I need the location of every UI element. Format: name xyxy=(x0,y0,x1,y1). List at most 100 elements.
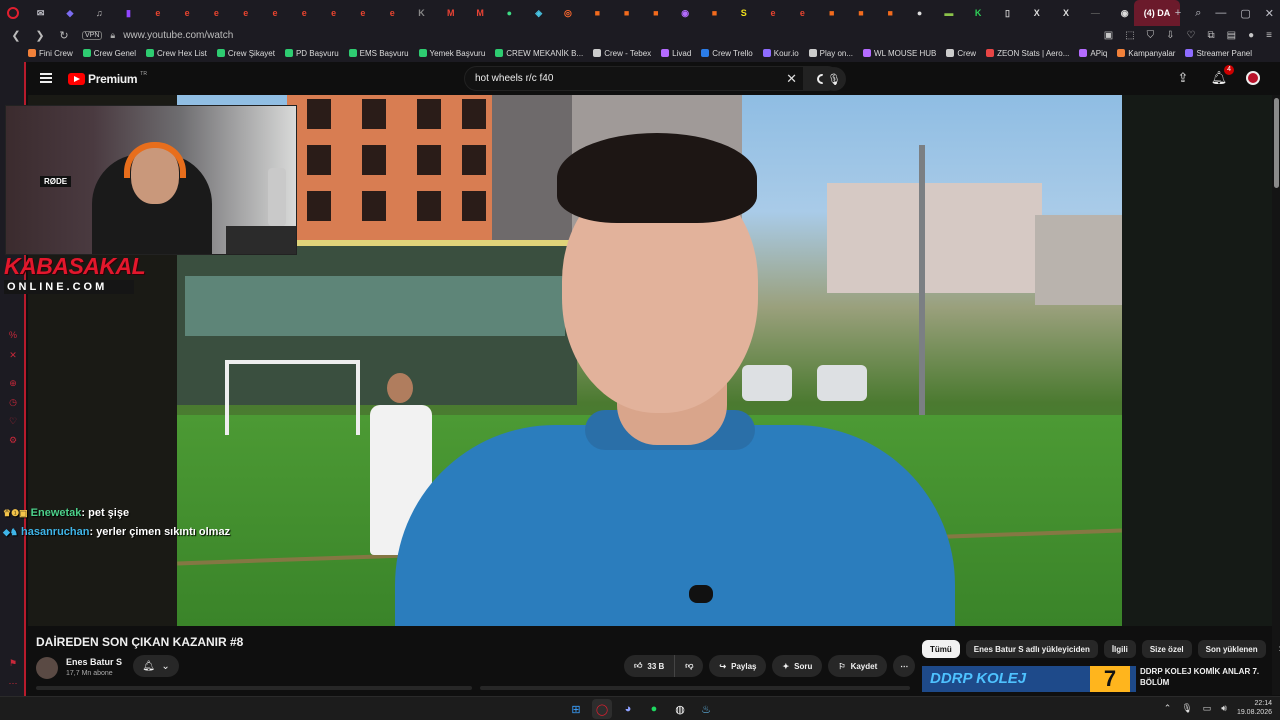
channel-avatar[interactable] xyxy=(36,657,58,679)
more-actions-button[interactable]: ⋯ xyxy=(893,655,916,677)
browser-tab[interactable]: ◉ xyxy=(671,0,700,26)
browser-tab[interactable]: e xyxy=(143,0,172,26)
channel-name[interactable]: Enes Batur S xyxy=(66,657,122,667)
clock[interactable]: 22:14 19.08.2026 xyxy=(1237,699,1272,717)
tray-chevron-icon[interactable]: ⌃ xyxy=(1164,703,1172,714)
spotify-icon[interactable]: ● xyxy=(644,699,664,719)
browser-tab[interactable]: ■ xyxy=(817,0,846,26)
browser-tab[interactable]: ◈ xyxy=(524,0,553,26)
bookmark-item[interactable]: Crew - Tebex xyxy=(593,49,651,58)
forward-icon[interactable]: ❯ xyxy=(32,29,48,42)
sidebar-percent-icon[interactable]: % xyxy=(8,330,18,340)
bookmark-item[interactable]: Crew Şikayet xyxy=(216,49,275,58)
browser-tab[interactable]: ● xyxy=(495,0,524,26)
voice-search-button[interactable]: 🎙︎ xyxy=(822,67,846,91)
filter-chip[interactable]: Enes Batur S adlı yükleyiciden xyxy=(965,640,1098,658)
bookmark-item[interactable]: WL MOUSE HUB xyxy=(863,49,936,58)
browser-tab[interactable]: ■ xyxy=(612,0,641,26)
browser-tab[interactable]: ● xyxy=(905,0,934,26)
extensions-icon[interactable]: ⧉ xyxy=(1208,30,1215,41)
browser-tab[interactable]: e xyxy=(290,0,319,26)
back-icon[interactable]: ❮ xyxy=(8,29,24,42)
download-icon[interactable]: ⇩ xyxy=(1166,30,1174,41)
volume-icon[interactable]: 🔊︎ xyxy=(1221,703,1227,714)
bookmark-item[interactable]: APiq xyxy=(1079,49,1107,58)
browser-tab[interactable]: X xyxy=(1051,0,1080,26)
upload-icon[interactable]: ⇪ xyxy=(1174,69,1192,87)
sidebar-x-icon[interactable]: ✕ xyxy=(8,350,18,360)
lock-icon[interactable]: 🔒︎ xyxy=(110,30,115,41)
browser-tab[interactable]: M xyxy=(436,0,465,26)
browser-tab[interactable]: ■ xyxy=(876,0,905,26)
browser-tab[interactable]: X xyxy=(1022,0,1051,26)
heart-icon[interactable]: ♡ xyxy=(1187,30,1196,41)
minimize-icon[interactable]: — xyxy=(1215,7,1226,19)
browser-tab[interactable]: — xyxy=(1081,0,1110,26)
like-button[interactable]: 👍︎ 33 B xyxy=(624,655,676,677)
browser-tab[interactable]: ■ xyxy=(641,0,670,26)
bookmark-item[interactable]: ZEON Stats | Aero... xyxy=(986,49,1069,58)
browser-tab[interactable]: K xyxy=(407,0,436,26)
recommended-video-title[interactable]: DDRP KOLEJ KOMİK ANLAR 7. BÖLÜM xyxy=(1140,666,1268,688)
url-field[interactable]: www.youtube.com/watch xyxy=(123,30,233,41)
bookmark-item[interactable]: Yemek Başvuru xyxy=(418,49,485,58)
bookmark-item[interactable]: CREW MEKANİK B... xyxy=(495,49,583,58)
browser-tab[interactable]: e xyxy=(348,0,377,26)
browser-tab[interactable]: e xyxy=(319,0,348,26)
steam-icon[interactable]: ♨ xyxy=(696,699,716,719)
browser-tab[interactable]: ■ xyxy=(846,0,875,26)
bookmark-item[interactable]: Streamer Panel xyxy=(1185,49,1252,58)
browser-tab[interactable]: e xyxy=(758,0,787,26)
new-tab-icon[interactable]: + xyxy=(1175,7,1181,19)
bookmark-item[interactable]: PD Başvuru xyxy=(284,49,339,58)
dislike-button[interactable]: 👎︎ xyxy=(675,655,704,677)
browser-tab[interactable]: M xyxy=(465,0,494,26)
share-button[interactable]: ↪ Paylaş xyxy=(709,655,767,677)
bookmark-item[interactable]: Livad xyxy=(661,49,691,58)
account-avatar[interactable] xyxy=(1246,71,1260,85)
browser-tab[interactable]: ♫ xyxy=(85,0,114,26)
sidebar-ext-icon[interactable]: ⚑ xyxy=(8,658,18,668)
obs-icon[interactable]: ◍ xyxy=(670,699,690,719)
sidebar-settings-icon[interactable]: ⚙ xyxy=(8,435,18,445)
bookmark-item[interactable]: Play on... xyxy=(808,49,853,58)
bookmark-item[interactable]: Crew xyxy=(946,49,976,58)
maximize-icon[interactable]: ▢ xyxy=(1240,7,1250,20)
sidebar-clock-icon[interactable]: ◷ xyxy=(8,397,18,407)
camera-icon[interactable]: ▣ xyxy=(1104,30,1113,41)
hamburger-menu-icon[interactable] xyxy=(40,73,52,83)
browser-tab[interactable]: ◎ xyxy=(553,0,582,26)
scrollbar-thumb[interactable] xyxy=(1274,98,1279,188)
bookmark-item[interactable]: Kour.io xyxy=(762,49,799,58)
browser-tab[interactable]: ■ xyxy=(700,0,729,26)
snapshot-icon[interactable]: ⬚ xyxy=(1125,30,1134,41)
sidebar-heart-icon[interactable]: ♡ xyxy=(8,416,18,426)
browser-tab[interactable]: e xyxy=(231,0,260,26)
browser-tab[interactable]: ▮ xyxy=(114,0,143,26)
clear-search-icon[interactable]: ✕ xyxy=(786,72,797,86)
browser-tab[interactable]: e xyxy=(202,0,231,26)
browser-tab[interactable]: ▬ xyxy=(934,0,963,26)
shield-icon[interactable]: ⛉ xyxy=(1147,30,1155,41)
filter-chip[interactable]: Tümü xyxy=(922,640,960,658)
browser-tab[interactable]: K xyxy=(964,0,993,26)
discord-icon[interactable]: ◕ xyxy=(618,699,638,719)
bookmark-item[interactable]: Fini Crew xyxy=(28,49,73,58)
browser-tab[interactable]: ▯ xyxy=(993,0,1022,26)
browser-tab[interactable]: e xyxy=(378,0,407,26)
ask-button[interactable]: ✦ Soru xyxy=(772,655,823,677)
profile-icon[interactable]: ● xyxy=(1248,30,1254,41)
video-player[interactable] xyxy=(177,95,1122,626)
recommended-video-thumbnail[interactable]: DDRP KOLEJ 7 xyxy=(922,666,1136,692)
subscription-bell-button[interactable]: 🔔︎ ⌄ xyxy=(133,655,179,677)
sidebar-add-icon[interactable]: ⊕ xyxy=(8,378,18,388)
close-icon[interactable]: ✕ xyxy=(1265,7,1274,20)
youtube-logo[interactable]: Premium TR xyxy=(68,71,147,86)
browser-tab[interactable]: ✉ xyxy=(26,0,55,26)
filter-chip[interactable]: Size özel xyxy=(1141,640,1192,658)
menu-icon[interactable]: ≡ xyxy=(1266,30,1272,41)
sidebar-more-icon[interactable]: ⋯ xyxy=(8,678,18,688)
browser-tab[interactable]: ◆ xyxy=(55,0,84,26)
search-input[interactable]: hot wheels r/c f40 ✕ xyxy=(464,66,804,91)
vpn-badge[interactable]: VPN xyxy=(82,30,103,40)
